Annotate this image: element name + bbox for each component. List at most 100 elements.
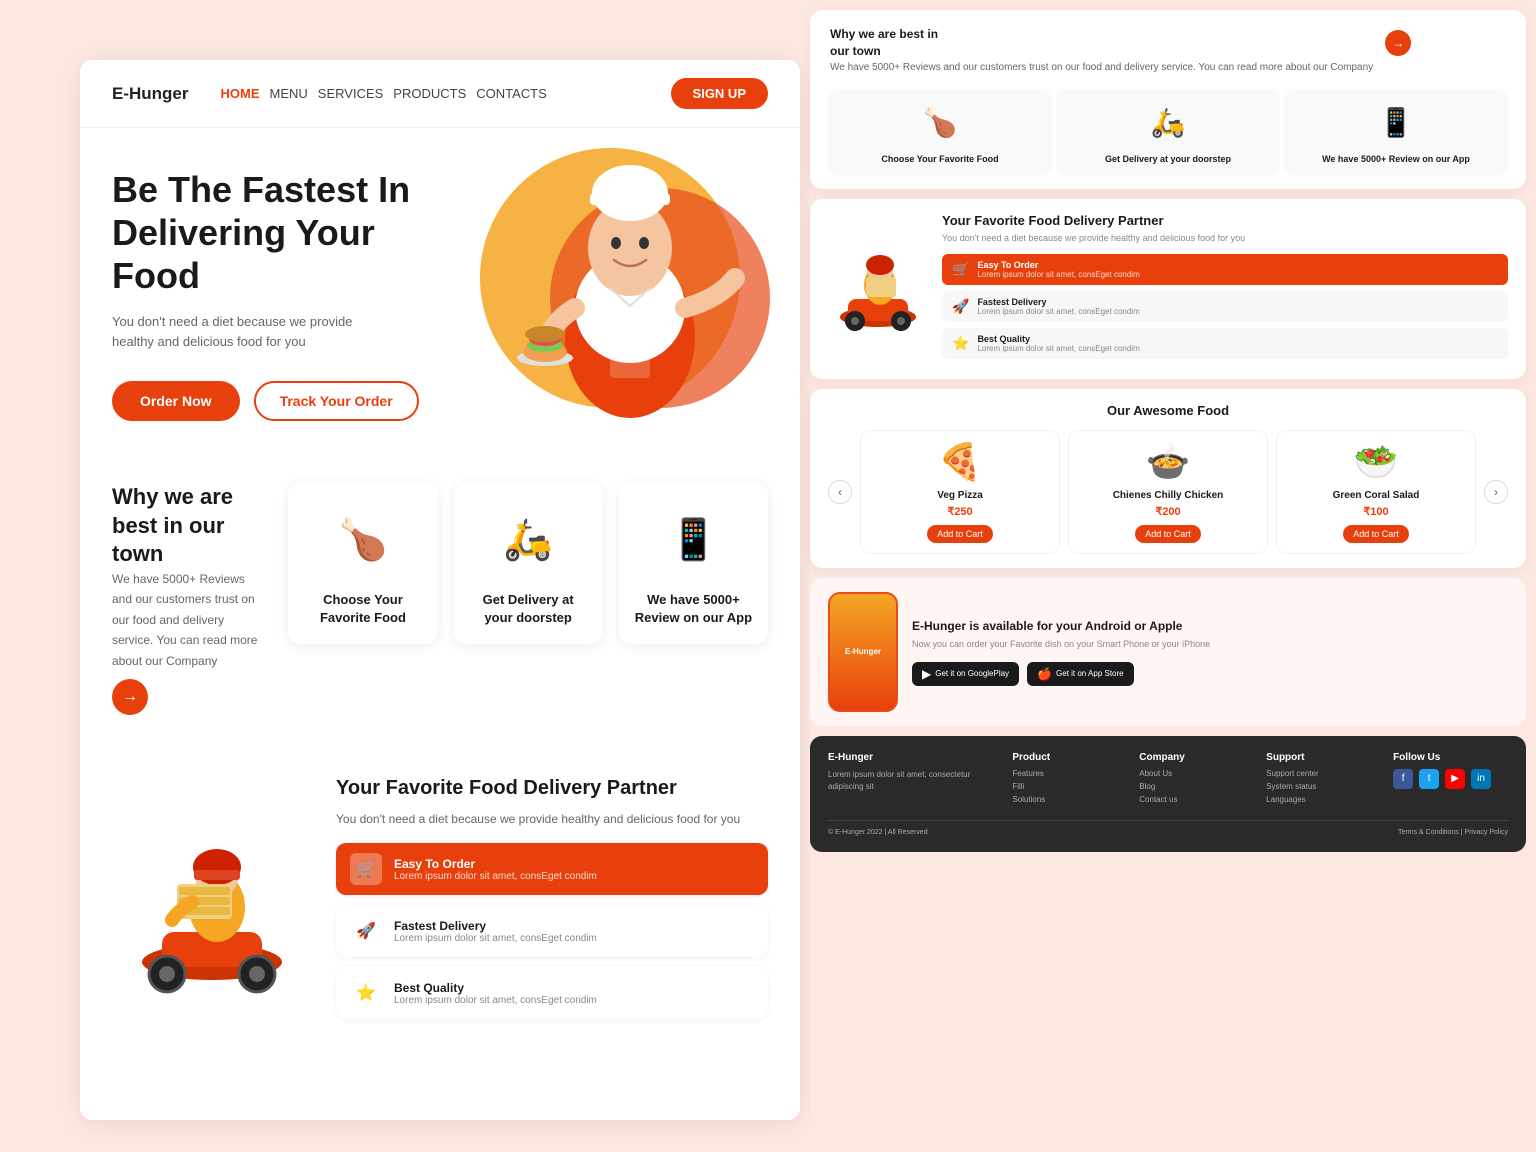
phone-brand-label: E-Hunger [845,647,881,656]
track-order-button[interactable]: Track Your Order [254,381,419,421]
rp-app-section: E-Hunger E-Hunger is available for your … [810,578,1526,726]
phone-mockup: E-Hunger [828,592,898,712]
rp-arrow-button[interactable]: → [1385,30,1411,56]
add-to-cart-3[interactable]: Add to Cart [1343,525,1409,543]
food-item-3-price: ₹100 [1283,505,1469,518]
quality-desc: Lorem ipsum dolor sit amet, consEget con… [394,995,597,1006]
footer-contact[interactable]: Contact us [1139,795,1254,804]
rp-why-title: Why we are best in our town [830,26,950,60]
footer-links[interactable]: Terms & Conditions | Privacy Policy [1398,829,1508,836]
food-item-3-name: Green Coral Salad [1283,489,1469,502]
food-item-2: 🍲 Chienes Chilly Chicken ₹200 Add to Car… [1068,430,1268,554]
footer-support-center[interactable]: Support center [1266,769,1381,778]
hero-title: Be The Fastest In Delivering Your Food [112,168,432,298]
rp-why-text: Why we are best in our town We have 5000… [830,26,1373,76]
delivery-section: Your Favorite Food Delivery Partner You … [80,755,800,1053]
carousel-next-button[interactable]: › [1484,480,1508,504]
navbar: E-Hunger HOME MENU SERVICES PRODUCTS CON… [80,60,800,128]
rp-easy-desc: Lorem ipsum dolor sit amet, consEget con… [977,270,1139,279]
app-store-button[interactable]: 🍎 Get it on App Store [1027,662,1134,686]
rp-fastest-text: Fastest Delivery Lorem ipsum dolor sit a… [977,297,1139,316]
why-card-1-image: 🍗 [313,499,413,579]
nav-contacts[interactable]: CONTACTS [476,86,547,101]
facebook-icon[interactable]: f [1393,769,1413,789]
delivery-content: Your Favorite Food Delivery Partner You … [336,775,768,1029]
food-items: 🍕 Veg Pizza ₹250 Add to Cart 🍲 Chienes C… [860,430,1476,554]
footer-filli[interactable]: Filli [1012,782,1127,791]
footer-grid: E-Hunger Lorem ipsum dolor sit amet, con… [828,752,1508,808]
rp-delivery-content: Your Favorite Food Delivery Partner You … [942,213,1508,365]
rp-why-desc: We have 5000+ Reviews and our customers … [830,60,1373,76]
why-card-1: 🍗 Choose Your Favorite Food [288,483,437,643]
youtube-icon[interactable]: ▶ [1445,769,1465,789]
chef-illustration [490,138,780,448]
food-item-2-img: 🍲 [1075,441,1261,483]
easy-order-desc: Lorem ipsum dolor sit amet, consEget con… [394,871,597,882]
google-play-icon: ▶ [922,667,931,681]
quality-title: Best Quality [394,981,597,995]
feature-easy-to-order: 🛒 Easy To Order Lorem ipsum dolor sit am… [336,843,768,895]
rp-card-1: 🍗 Choose Your Favorite Food [830,90,1050,174]
easy-order-icon: 🛒 [350,853,382,885]
brand-logo: E-Hunger [112,84,189,104]
footer-languages[interactable]: Languages [1266,795,1381,804]
feature-best-quality: ⭐ Best Quality Lorem ipsum dolor sit ame… [336,967,768,1019]
rp-card-1-img: 🍗 [910,98,970,148]
footer-about[interactable]: About Us [1139,769,1254,778]
footer-features[interactable]: Features [1012,769,1127,778]
hero-section: Be The Fastest In Delivering Your Food Y… [80,128,800,451]
why-title: Why we are best in our town [112,483,264,569]
food-item-1-price: ₹250 [867,505,1053,518]
footer-social-col: Follow Us f t ▶ in [1393,752,1508,808]
rp-best-quality: ⭐ Best Quality Lorem ipsum dolor sit ame… [942,328,1508,359]
copyright-text: © E-Hunger 2022 | All Reserved [828,829,928,836]
why-arrow-button[interactable]: → [112,679,148,715]
rp-app-content: E-Hunger is available for your Android o… [912,618,1508,686]
why-card-1-label: Choose Your Favorite Food [304,591,421,627]
feature-fastest-text: Fastest Delivery Lorem ipsum dolor sit a… [394,919,597,944]
footer-company-col: Company About Us Blog Contact us [1139,752,1254,808]
easy-order-title: Easy To Order [394,857,597,871]
footer-blog[interactable]: Blog [1139,782,1254,791]
nav-links-wrapper: HOME MENU SERVICES PRODUCTS CONTACTS [221,86,671,101]
footer-company-title: Company [1139,752,1254,763]
food-item-2-price: ₹200 [1075,505,1261,518]
google-play-button[interactable]: ▶ Get it on GooglePlay [912,662,1019,686]
rp-card-3: 📱 We have 5000+ Review on our App [1286,90,1506,174]
rp-easy-title: Easy To Order [977,260,1139,270]
rp-quality-text: Best Quality Lorem ipsum dolor sit amet,… [977,334,1139,353]
food-item-1-img: 🍕 [867,441,1053,483]
rp-why-section: Why we are best in our town We have 5000… [810,10,1526,189]
rp-card-1-label: Choose Your Favorite Food [838,154,1042,166]
right-panel: Why we are best in our town We have 5000… [810,0,1536,1152]
apple-icon: 🍎 [1037,667,1052,681]
food-item-1: 🍕 Veg Pizza ₹250 Add to Cart [860,430,1060,554]
nav-services[interactable]: SERVICES [318,86,384,101]
why-card-3: 📱 We have 5000+ Review on our App [619,483,768,643]
rp-delivery-title: Your Favorite Food Delivery Partner [942,213,1508,228]
food-item-2-name: Chienes Chilly Chicken [1075,489,1261,502]
rp-delivery-img [828,239,928,339]
rp-food-section: Our Awesome Food ‹ 🍕 Veg Pizza ₹250 Add … [810,389,1526,568]
google-play-label: Get it on GooglePlay [935,669,1009,678]
nav-home[interactable]: HOME [221,86,260,101]
order-now-button[interactable]: Order Now [112,381,240,421]
rp-quality-title: Best Quality [977,334,1139,344]
rp-easy-order: 🛒 Easy To Order Lorem ipsum dolor sit am… [942,254,1508,285]
why-section: Why we are best in our town We have 5000… [80,451,800,755]
twitter-icon[interactable]: t [1419,769,1439,789]
nav-products[interactable]: PRODUCTS [393,86,466,101]
why-cards: 🍗 Choose Your Favorite Food 🛵 Get Delive… [288,483,768,643]
rp-why-cards: 🍗 Choose Your Favorite Food 🛵 Get Delive… [830,90,1506,174]
rp-quality-icon: ⭐ [952,335,969,352]
add-to-cart-2[interactable]: Add to Cart [1135,525,1201,543]
rp-quality-desc: Lorem ipsum dolor sit amet, consEget con… [977,344,1139,353]
footer-status[interactable]: System status [1266,782,1381,791]
nav-menu[interactable]: MENU [270,86,308,101]
linkedin-icon[interactable]: in [1471,769,1491,789]
carousel-prev-button[interactable]: ‹ [828,480,852,504]
footer-solutions[interactable]: Solutions [1012,795,1127,804]
add-to-cart-1[interactable]: Add to Cart [927,525,993,543]
footer-brand-name: E-Hunger [828,752,1000,763]
signup-button[interactable]: SIGN UP [671,78,768,109]
